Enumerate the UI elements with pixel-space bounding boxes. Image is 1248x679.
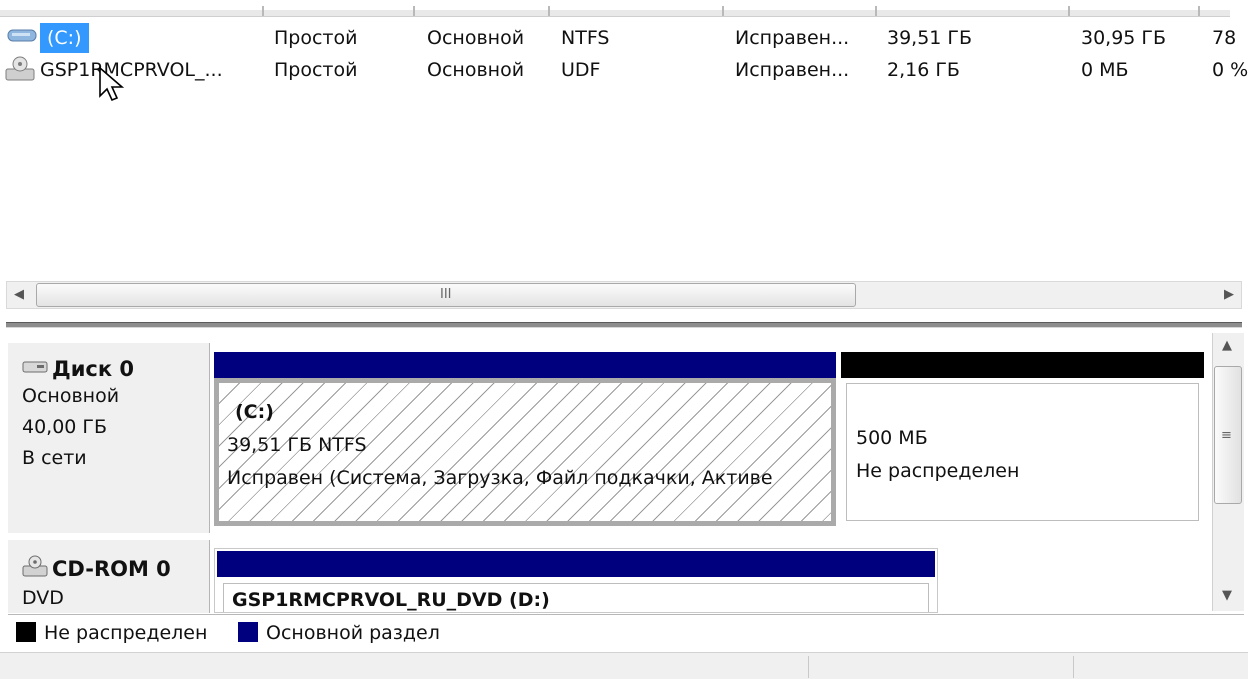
partition-status: Не распределен [856,460,1020,482]
disk-state: В сети [22,447,87,469]
legend: Не распределен Основной раздел [8,614,1244,651]
volume-fs: UDF [561,59,601,81]
table-row[interactable]: GSP1RMCPRVOL_... Простой Основной UDF Ис… [0,55,1248,85]
volume-fs: NTFS [561,27,610,49]
partition-size: 39,51 ГБ NTFS [227,434,367,456]
disk-icon [22,358,50,380]
volume-name[interactable]: (C:) [40,23,89,53]
column-divider[interactable] [413,6,415,16]
cd-drive-icon [22,554,50,583]
scroll-up-icon[interactable]: ▲ [1222,338,1232,353]
partition-title: (C:) [235,401,274,423]
column-header-row[interactable] [0,10,1230,17]
legend-swatch-primary [238,622,258,642]
volume-free: 30,95 ГБ [1081,27,1167,49]
partition-header-unallocated [841,352,1204,378]
partition-size: 500 МБ [856,427,928,449]
legend-item: Не распределен [16,622,207,644]
mouse-cursor-icon [98,66,132,111]
volume-free-pct: 78 [1212,27,1237,49]
legend-item: Основной раздел [238,622,440,644]
column-divider[interactable] [1068,6,1070,16]
volume-name[interactable]: GSP1RMCPRVOL_... [40,55,262,85]
legend-swatch-unallocated [16,622,36,642]
volume-type: Основной [427,27,525,49]
cd-drive-icon [4,55,38,92]
column-divider[interactable] [1198,6,1200,16]
partition-cdrom[interactable]: GSP1RMCPRVOL_RU_DVD (D:) [214,548,938,613]
partition-title: GSP1RMCPRVOL_RU_DVD (D:) [232,589,550,611]
column-divider[interactable] [262,6,264,16]
status-divider [1073,656,1074,678]
disk-label[interactable]: CD-ROM 0 DVD [8,540,210,613]
scroll-down-icon[interactable]: ▼ [1222,588,1232,603]
disk-size: 40,00 ГБ [22,416,108,438]
scroll-right-icon[interactable]: ▶ [1224,287,1234,302]
volume-free-pct: 0 % [1212,59,1248,81]
legend-label: Основной раздел [266,622,440,644]
volume-status: Исправен... [735,59,850,81]
disk-name: Диск 0 [52,357,135,381]
volume-free: 0 МБ [1081,59,1129,81]
volume-layout: Простой [274,59,358,81]
scroll-grip: III [440,287,452,302]
volume-layout: Простой [274,27,358,49]
column-divider[interactable] [875,6,877,16]
table-row[interactable]: (C:) Простой Основной NTFS Исправен... 3… [0,23,1248,53]
partition-status: Исправен (Система, Загрузка, Файл подкач… [227,467,773,489]
disk-name: CD-ROM 0 [52,556,171,581]
volume-list[interactable]: (C:) Простой Основной NTFS Исправен... 3… [0,0,1248,330]
partition-header-primary [217,551,935,577]
status-divider [808,656,809,678]
drive-icon [6,23,40,56]
column-divider[interactable] [722,6,724,16]
partition-unallocated[interactable]: 500 МБ Не распределен [841,378,1204,526]
scroll-left-icon[interactable]: ◀ [14,287,24,302]
column-divider[interactable] [548,6,550,16]
volume-type: Основной [427,59,525,81]
partition-header-primary [214,352,836,378]
volume-status: Исправен... [735,27,850,49]
status-bar [0,652,1248,679]
disk-kind: Основной [22,385,120,407]
legend-label: Не распределен [44,622,208,644]
volume-capacity: 39,51 ГБ [887,27,973,49]
volume-capacity: 2,16 ГБ [887,59,960,81]
partition-c[interactable]: (C:) 39,51 ГБ NTFS Исправен (Система, За… [214,378,836,526]
pane-splitter[interactable] [6,322,1242,328]
disk-label[interactable]: Диск 0 Основной 40,00 ГБ В сети [8,343,210,533]
disk-kind: DVD [22,587,64,609]
scroll-grip-icon: ≡ [1221,428,1232,443]
